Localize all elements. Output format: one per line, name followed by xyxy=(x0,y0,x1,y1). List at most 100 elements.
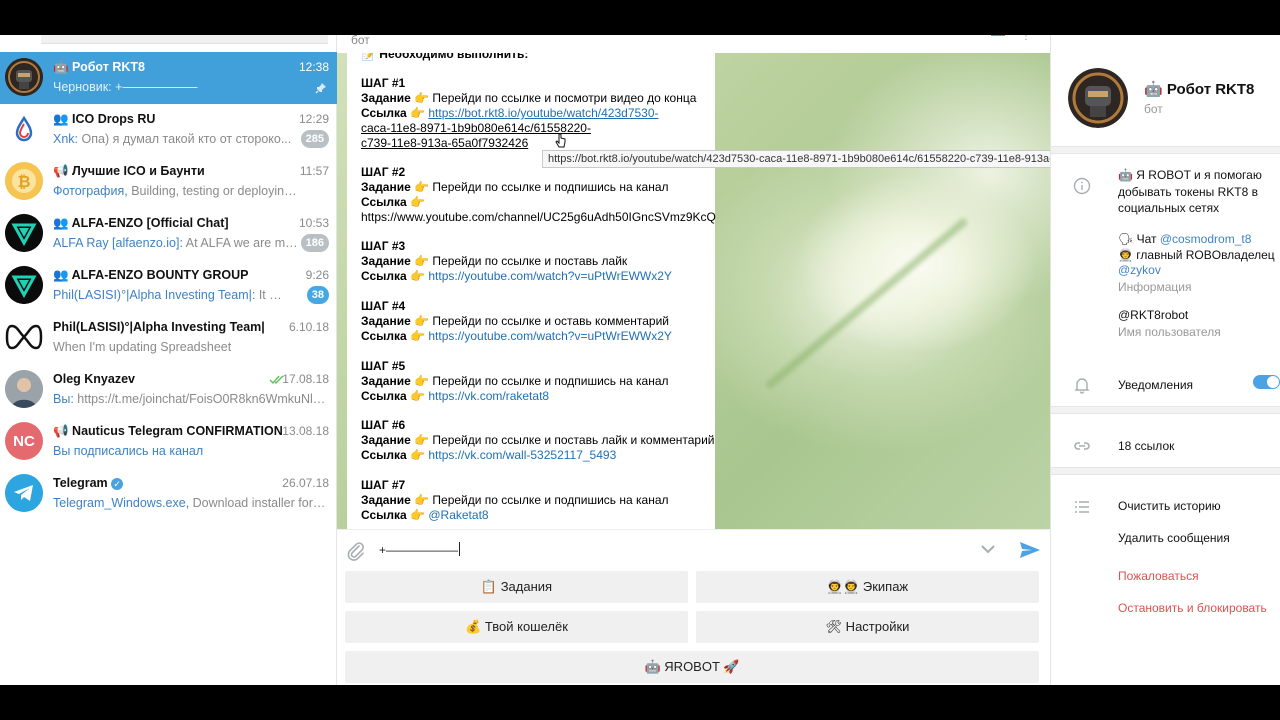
delete-messages-button[interactable]: Удалить сообщения xyxy=(1118,531,1230,546)
preview-text: Building, testing or deploying an app? .… xyxy=(131,184,298,198)
chat-item-telegram[interactable]: Telegram ✓ 26.07.18 Telegram_Windows.exe… xyxy=(0,468,337,520)
link-text[interactable]: https://vk.com/raketat8 xyxy=(428,389,549,403)
chat-preview: Черновик: +—————— xyxy=(53,80,298,94)
link-text[interactable]: https://youtube.com/watch?v=uPtWrEWWx2Y xyxy=(428,269,672,283)
chat-item-oleg-knyazev[interactable]: Oleg Knyazev 17.08.18 Вы: https://t.me/j… xyxy=(0,364,337,416)
link-label: Ссылка 👉 xyxy=(361,329,426,343)
bell-icon xyxy=(1074,378,1090,394)
chat-item-nauticus[interactable]: NC 📢 Nauticus Telegram CONFIRMATION 13.0… xyxy=(0,416,337,468)
profile-avatar xyxy=(1068,68,1128,128)
about-line: добывать токены RKT8 в xyxy=(1118,185,1258,199)
link-text[interactable]: https://vk.com/wall-53252117_5493 xyxy=(428,448,616,462)
step-link: Ссылка 👉 https://youtube.com/watch?v=uPt… xyxy=(361,269,672,284)
keyboard-button-crew[interactable]: 👨‍🚀👨‍🚀 Экипаж xyxy=(696,571,1039,603)
clear-history-button[interactable]: Очистить историю xyxy=(1118,499,1221,514)
chat-title: Oleg Knyazev xyxy=(53,372,135,386)
divider xyxy=(1051,406,1280,414)
step-title: ШАГ #4 xyxy=(361,299,406,313)
chat-time: 13.08.18 xyxy=(282,424,329,438)
keyboard-button-wallet[interactable]: 💰 Твой кошелёк xyxy=(345,611,688,643)
chat-time: 12:29 xyxy=(298,112,329,126)
owner-link[interactable]: @zykov xyxy=(1118,263,1161,278)
keyboard-button-tasks[interactable]: 📋 Задания xyxy=(345,571,688,603)
task-text: Перейди по ссылке и поставь лайк и комме… xyxy=(432,433,715,447)
list-icon xyxy=(1075,501,1089,513)
chat-title: Telegram ✓ xyxy=(53,476,124,490)
keyboard-button-yarobot[interactable]: 🤖 ЯROBOT 🚀 xyxy=(345,651,1039,683)
link-icon xyxy=(1074,442,1090,450)
notifications-label: Уведомления xyxy=(1118,378,1194,392)
chat-item-alfa-enzo-bounty[interactable]: 👥 ALFA-ENZO BOUNTY GROUP 9:26 Phil(LASIS… xyxy=(0,260,337,312)
chat-time: 26.07.18 xyxy=(282,476,329,490)
profile-subtitle: бот xyxy=(1144,102,1163,116)
message-input[interactable]: +—————— xyxy=(379,542,460,557)
keyboard-button-settings[interactable]: 🛠 Настройки xyxy=(696,611,1039,643)
chat-title: 👥 ALFA-ENZO BOUNTY GROUP xyxy=(53,268,248,283)
task-label: Задание 👉 xyxy=(361,374,430,388)
send-icon[interactable] xyxy=(1019,540,1041,560)
chat-preview: Вы: https://t.me/joinchat/FoisO0R8kn6Wmk… xyxy=(53,392,328,406)
notifications-toggle[interactable] xyxy=(1253,375,1280,389)
chat-title-text: Telegram xyxy=(53,476,108,490)
chat-prefix: 🗣 Чат xyxy=(1118,232,1157,246)
chat-item-ico-drops-ru[interactable]: 👥 ICO Drops RU 12:29 Xnk: Опа) я думал т… xyxy=(0,104,337,156)
report-button[interactable]: Пожаловаться xyxy=(1118,569,1199,584)
avatar xyxy=(5,266,43,304)
avatar-initials: NC xyxy=(13,432,35,450)
message-intro: 📝 Необходимо выполнить: xyxy=(361,53,528,62)
link-label: Ссылка 👉 xyxy=(361,195,426,209)
link-text[interactable]: https://youtube.com/watch?v=uPtWrEWWx2Y xyxy=(428,329,672,343)
chat-title: Phil(LASISI)°|Alpha Investing Team| xyxy=(53,320,265,334)
chat-link[interactable]: @cosmodrom_t8 xyxy=(1160,232,1252,246)
owner-line: 👨‍🚀 главный ROBOвладелец xyxy=(1118,248,1275,262)
more-icon[interactable]: ⋮ xyxy=(1021,35,1031,42)
link-text[interactable]: https://bot.rkt8.io/youtube/watch/423d75… xyxy=(428,106,658,120)
chat-title: 📢 Лучшие ICO и Баунти xyxy=(53,164,205,179)
search-input[interactable] xyxy=(41,35,328,44)
draft-text: +—————— xyxy=(115,80,198,94)
chevron-down-icon[interactable] xyxy=(980,543,996,555)
search-icon[interactable] xyxy=(991,35,1005,36)
chat-item-alfa-enzo-official[interactable]: 👥 ALFA-ENZO [Official Chat] 10:53 ALFA R… xyxy=(0,208,337,260)
avatar xyxy=(5,58,43,96)
profile-panel: 🤖 Робот RKT8 бот 🤖 Я ROBOT и я помогаю д… xyxy=(1050,35,1280,685)
chat-item-best-ico[interactable]: ₿ 📢 Лучшие ICO и Баунти 11:57 Фотография… xyxy=(0,156,337,208)
task-label: Задание 👉 xyxy=(361,314,430,328)
preview-sender: Phil(LASISI)°|Alpha Investing Team|: xyxy=(53,288,256,302)
chat-item-phil-lasisi[interactable]: Phil(LASISI)°|Alpha Investing Team| 6.10… xyxy=(0,312,337,364)
chat-time: 6.10.18 xyxy=(288,320,329,334)
link-text[interactable]: c739-11e8-913a-65a0f7932426 xyxy=(361,136,528,151)
step-link: Ссылка 👉 https://vk.com/raketat8 xyxy=(361,389,549,404)
shared-links[interactable]: 18 ссылок xyxy=(1118,439,1174,454)
about-line: социальных сетях xyxy=(1118,201,1220,215)
username[interactable]: @RKT8robot xyxy=(1118,308,1188,323)
chat-title: 🤖 Робот RKT8 xyxy=(53,60,145,74)
username-label: Имя пользователя xyxy=(1118,325,1221,339)
avatar xyxy=(5,370,43,408)
avatar xyxy=(5,110,43,148)
group-icon: 👥 xyxy=(53,216,72,230)
chat-item-robot-rkt8[interactable]: 🤖 Робот RKT8 12:38 Черновик: +—————— xyxy=(0,52,337,104)
chat-title: 👥 ALFA-ENZO [Official Chat] xyxy=(53,216,229,231)
conversation-panel: бот ⋮ 📝 Необходимо выполнить: ШАГ #1 Зад… xyxy=(337,35,1050,685)
chat-time: 12:38 xyxy=(298,60,329,74)
link-text[interactable]: @Raketat8 xyxy=(428,508,488,522)
step-title: ШАГ #7 xyxy=(361,478,406,492)
step-task: Задание 👉 Перейди по ссылке и поставь ла… xyxy=(361,433,715,448)
message-composer: +—————— xyxy=(337,529,1050,571)
preview-text: At ALFA we are making ... xyxy=(185,236,298,250)
link-label: Ссылка 👉 xyxy=(361,448,426,462)
chat-list-panel: 🤖 Робот RKT8 12:38 Черновик: +—————— 👥 I… xyxy=(0,35,337,685)
chat-preview: Фотография, Building, testing or deployi… xyxy=(53,184,298,198)
chat-title-text: ICO Drops RU xyxy=(72,112,156,126)
block-button[interactable]: Остановить и блокировать xyxy=(1118,601,1267,616)
task-text: Перейди по ссылке и подпишись на канал xyxy=(432,180,669,194)
step-link: Ссылка 👉 https://bot.rkt8.io/youtube/wat… xyxy=(361,106,659,121)
avatar xyxy=(5,318,43,356)
link-text[interactable]: https://www.youtube.com/channel/UC25g6uA… xyxy=(361,210,716,225)
draft-label: Черновик: xyxy=(53,80,112,94)
step-task: Задание 👉 Перейди по ссылке и подпишись … xyxy=(361,180,669,195)
attach-icon[interactable] xyxy=(345,540,367,562)
unread-badge: 186 xyxy=(300,234,329,252)
about-line: 🤖 Я ROBOT и я помогаю xyxy=(1118,168,1262,182)
